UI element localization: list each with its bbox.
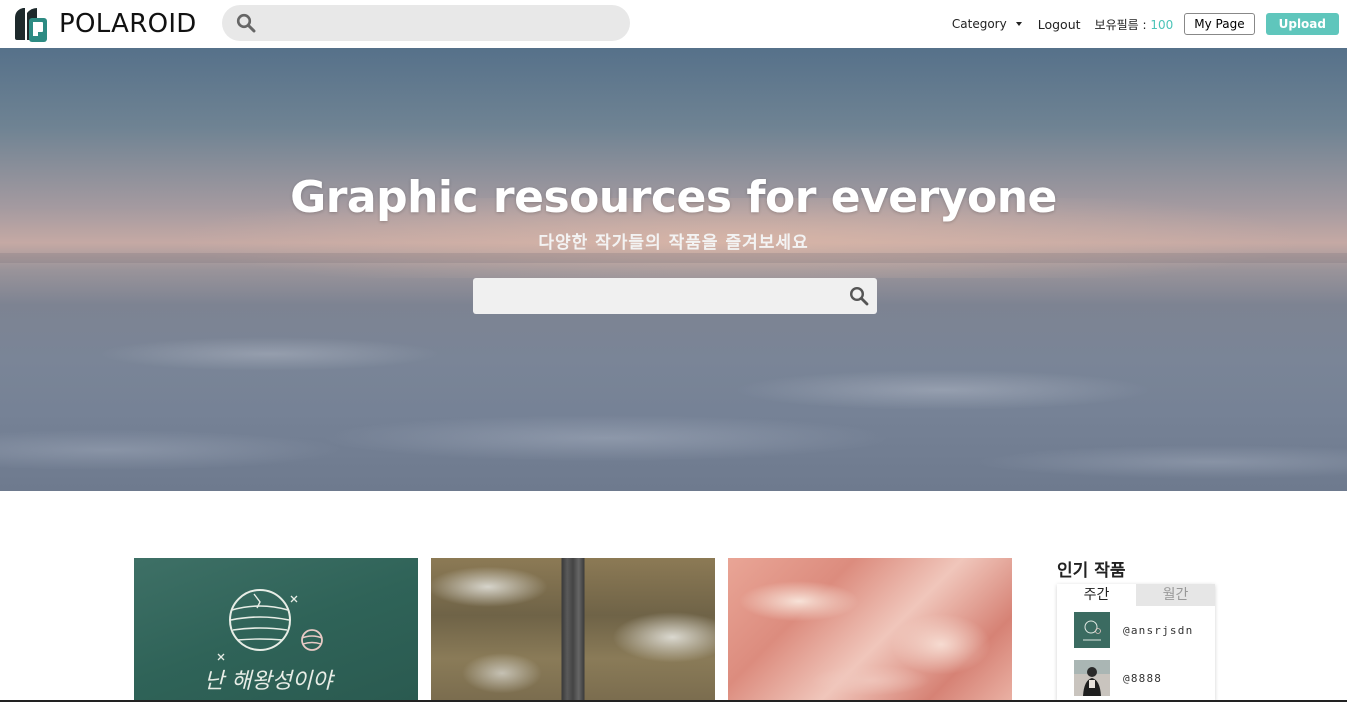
hero-search-input[interactable] xyxy=(483,278,843,314)
hero-subtitle: 다양한 작가들의 작품을 즐겨보세요 xyxy=(538,233,809,253)
artwork-card[interactable]: 난 해왕성이야 xyxy=(134,558,418,702)
my-page-button[interactable]: My Page xyxy=(1184,13,1255,35)
header-search-bar xyxy=(222,5,630,41)
artwork-thumbnail xyxy=(1074,612,1110,648)
hero-search-bar xyxy=(473,278,877,314)
popular-item[interactable]: @8888 xyxy=(1074,660,1162,696)
artwork-thumbnail xyxy=(1074,660,1110,696)
caret-down-icon xyxy=(1015,22,1022,26)
chalk-text: 난 해왕성이야 xyxy=(204,669,335,694)
header-nav: Category Logout 보유필름 : 100 My Page Uploa… xyxy=(952,12,1339,36)
film-balance: 보유필름 : 100 xyxy=(1095,16,1174,33)
header-search-input[interactable] xyxy=(266,5,616,41)
popular-item-username: @8888 xyxy=(1123,671,1163,685)
chalk-planet-illustration: 난 해왕성이야 xyxy=(204,589,335,694)
polaroid-logo-icon xyxy=(15,8,47,42)
category-dropdown[interactable]: Category xyxy=(952,17,1022,31)
category-label: Category xyxy=(951,17,1007,31)
popular-item[interactable]: @ansrjsdn xyxy=(1074,612,1193,648)
popular-period-tabs: 주간 월간 xyxy=(1057,584,1215,606)
film-balance-label: 보유필름 : xyxy=(1094,17,1151,32)
search-icon[interactable] xyxy=(849,286,869,306)
tab-weekly[interactable]: 주간 xyxy=(1057,584,1136,606)
brand-logo[interactable]: POLAROID xyxy=(9,4,197,44)
hero-banner: Graphic resources for everyone 다양한 작가들의 … xyxy=(0,48,1347,491)
upload-button[interactable]: Upload xyxy=(1265,13,1339,35)
brand-name: POLAROID xyxy=(59,9,197,39)
popular-works-panel: 주간 월간 @ansrjsdn @8888 xyxy=(1057,584,1215,702)
artwork-card[interactable] xyxy=(431,558,715,702)
search-icon[interactable] xyxy=(236,13,256,33)
film-balance-count: 100 xyxy=(1150,17,1174,32)
top-navigation-bar: POLAROID Category Logout 보유필름 : 100 My P… xyxy=(0,0,1347,48)
logout-link[interactable]: Logout xyxy=(1038,17,1081,32)
hero-title: Graphic resources for everyone xyxy=(290,172,1057,223)
popular-works-title: 인기 작품 xyxy=(1057,561,1126,581)
artwork-card[interactable] xyxy=(728,558,1012,702)
tab-monthly[interactable]: 월간 xyxy=(1136,584,1215,606)
popular-item-username: @ansrjsdn xyxy=(1123,623,1194,637)
